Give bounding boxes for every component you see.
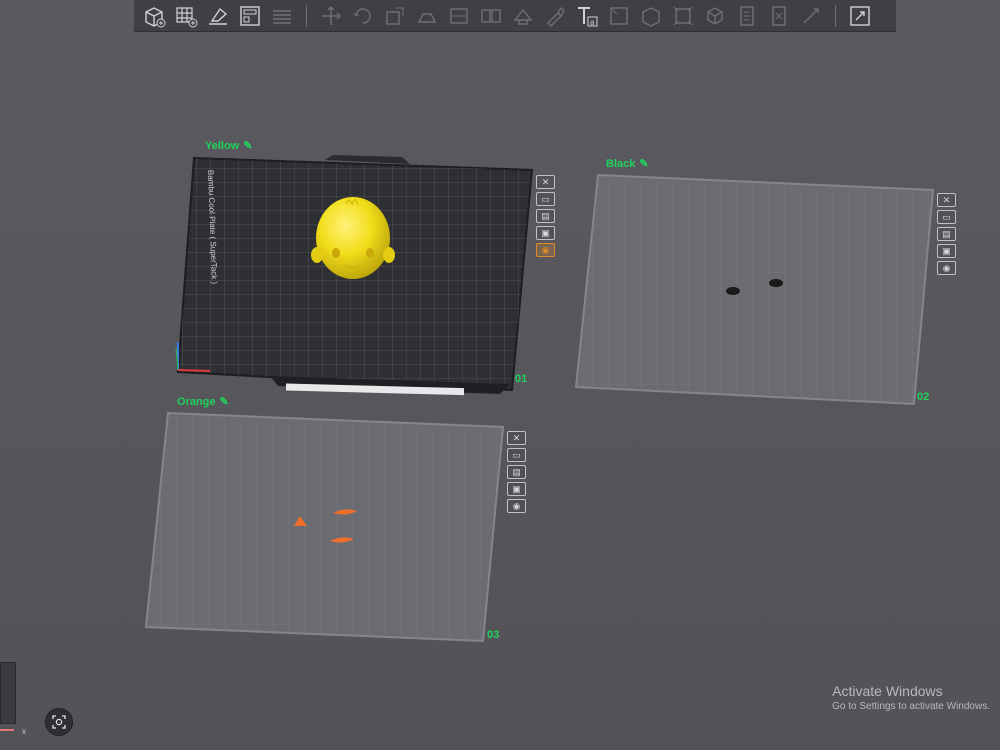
plate-index-label: 01 [515, 373, 528, 385]
boolean-icon[interactable] [701, 2, 729, 30]
plate-1-tools: ✕ ▭ ▤ ▣ ◉ [536, 175, 555, 257]
edit-icon[interactable]: ✎ [220, 395, 229, 408]
plate-settings-icon[interactable]: ◉ [937, 261, 956, 275]
move-icon[interactable] [317, 2, 345, 30]
plate-name-label: Yellow [205, 139, 240, 152]
toolbar-separator [835, 4, 836, 27]
lock-plate-icon[interactable]: ▣ [937, 244, 956, 258]
delete-plate-icon[interactable]: ✕ [937, 193, 956, 207]
axis-label: x [22, 727, 26, 736]
rotate-icon[interactable] [349, 2, 377, 30]
plate-3-name[interactable]: Orange ✎ [177, 395, 229, 409]
arrange-plate-icon[interactable]: ▭ [937, 210, 956, 224]
orient-icon[interactable] [204, 2, 232, 30]
edit-icon[interactable]: ✎ [243, 139, 252, 152]
orient-plate-icon[interactable]: ▤ [937, 227, 956, 241]
add-plate-icon[interactable] [172, 2, 200, 30]
arrange-plate-icon[interactable]: ▭ [507, 448, 526, 462]
activate-subtitle: Go to Settings to activate Windows. [832, 701, 990, 712]
plate-settings-icon[interactable]: ◉ [536, 243, 555, 257]
plate-2-tools: ✕ ▭ ▤ ▣ ◉ [937, 193, 956, 275]
orient-plate-icon[interactable]: ▤ [536, 209, 555, 223]
plate-name-label: Black [606, 157, 636, 170]
lock-plate-icon[interactable]: ▣ [536, 226, 555, 240]
plate-index-label: 02 [917, 391, 930, 403]
assembly-icon[interactable] [669, 2, 697, 30]
scale-icon[interactable] [381, 2, 409, 30]
collapsed-panel[interactable] [0, 662, 16, 724]
plate-3[interactable] [130, 400, 520, 660]
split-objects-icon[interactable] [477, 2, 505, 30]
plate-2[interactable] [560, 160, 950, 420]
delete-plate-icon[interactable]: ✕ [507, 431, 526, 445]
plate-2-name[interactable]: Black ✎ [606, 157, 649, 171]
lay-on-face-icon[interactable] [413, 2, 441, 30]
build-plates-scene: Bambu Cool Plate ( SuperTack ) [130, 155, 950, 660]
focus-icon[interactable] [45, 708, 73, 736]
text-icon[interactable]: a [573, 2, 601, 30]
measure-icon[interactable] [637, 2, 665, 30]
advanced-icon[interactable] [765, 2, 793, 30]
axis-indicator: x [0, 727, 26, 736]
arrange-plate-icon[interactable]: ▭ [536, 192, 555, 206]
svg-text:a: a [590, 18, 595, 27]
plate-name-label: Orange [177, 395, 216, 408]
main-toolbar: a [134, 0, 896, 32]
layers-icon[interactable] [268, 2, 296, 30]
orient-plate-icon[interactable]: ▤ [507, 465, 526, 479]
plate-settings-icon[interactable]: ◉ [507, 499, 526, 513]
arrange-icon[interactable] [236, 2, 264, 30]
cut-icon[interactable] [445, 2, 473, 30]
activate-windows-watermark: Activate Windows Go to Settings to activ… [832, 683, 990, 712]
view-mode-icon[interactable] [846, 2, 874, 30]
edit-icon[interactable]: ✎ [639, 157, 648, 170]
add-cube-icon[interactable] [140, 2, 168, 30]
lock-plate-icon[interactable]: ▣ [507, 482, 526, 496]
plate-3-tools: ✕ ▭ ▤ ▣ ◉ [507, 431, 526, 513]
plate-index-label: 03 [487, 629, 500, 641]
split-parts-icon[interactable] [509, 2, 537, 30]
delete-plate-icon[interactable]: ✕ [536, 175, 555, 189]
plate-1-name[interactable]: Yellow ✎ [205, 139, 252, 153]
toolbar-separator [306, 4, 307, 27]
variable-layer-icon[interactable] [733, 2, 761, 30]
color-paint-icon[interactable] [605, 2, 633, 30]
brim-ears-icon[interactable] [797, 2, 825, 30]
activate-title: Activate Windows [832, 683, 943, 699]
support-paint-icon[interactable] [541, 2, 569, 30]
